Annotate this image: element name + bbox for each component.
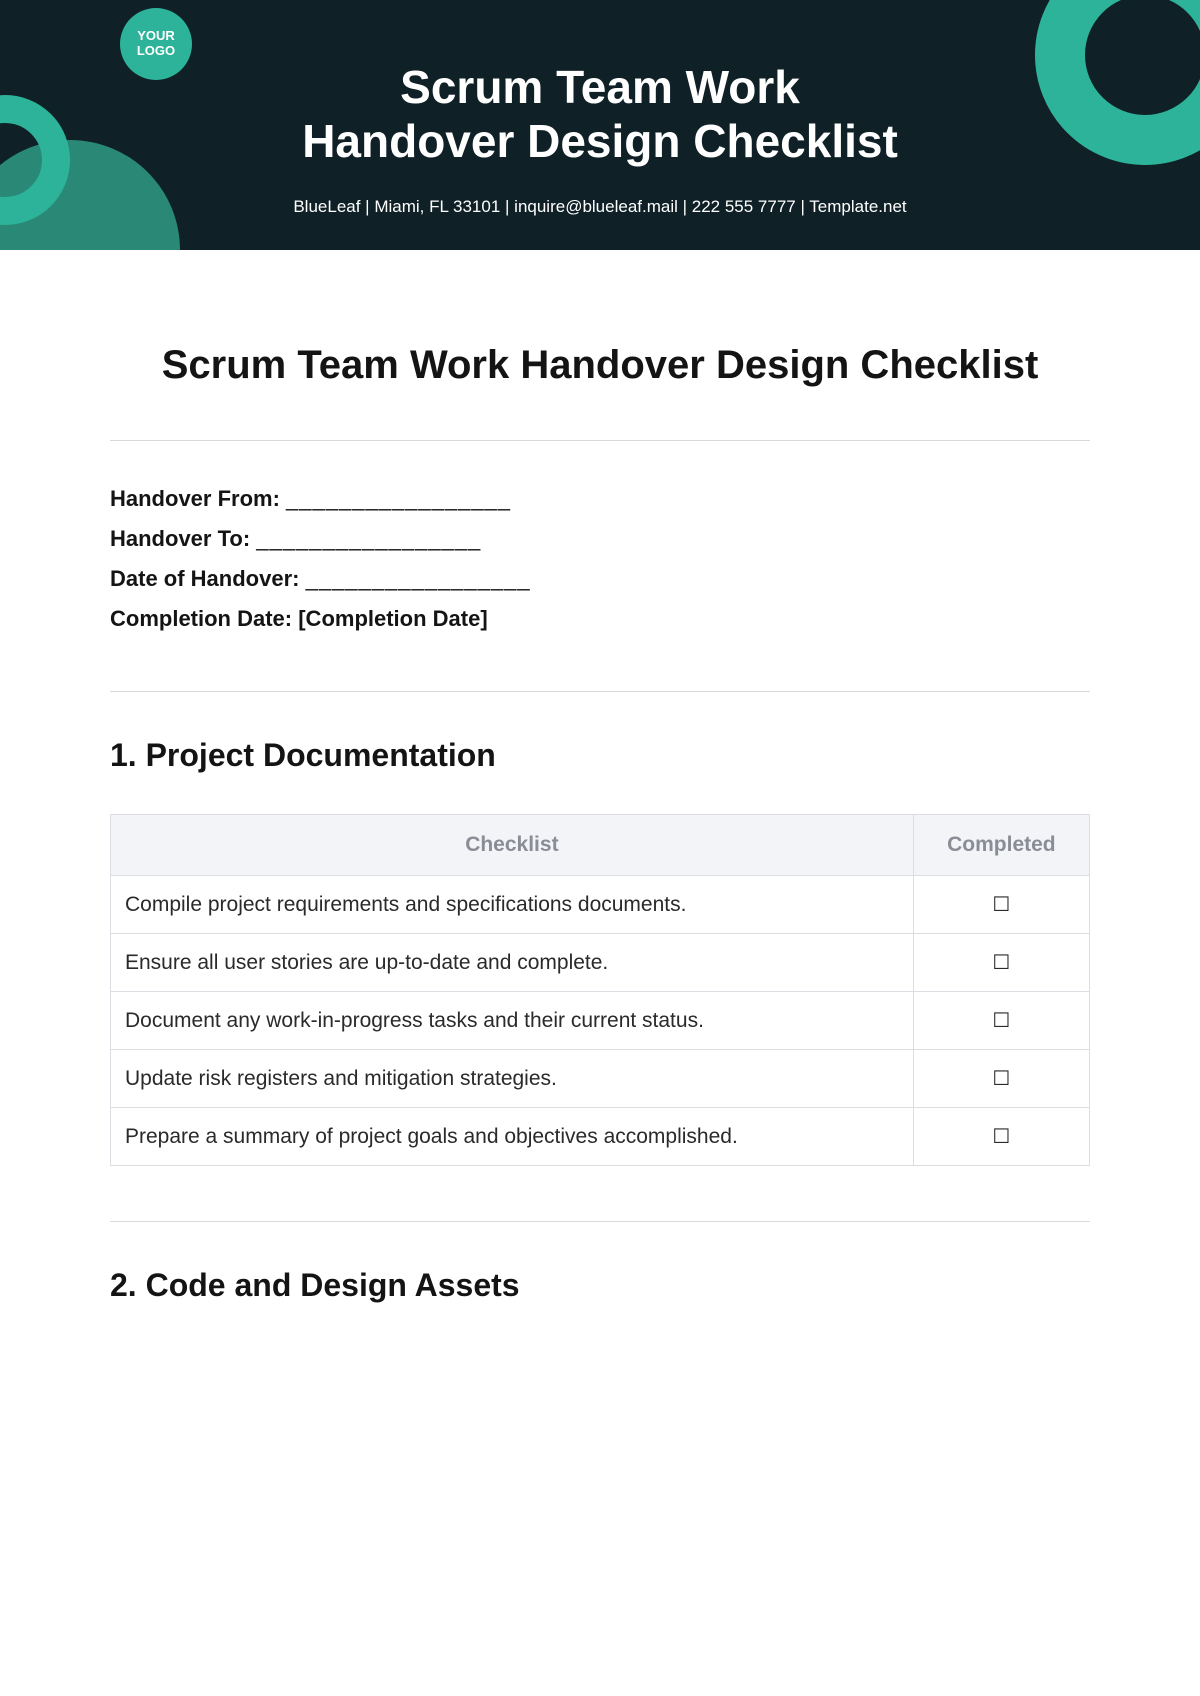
checkbox[interactable]: ☐ bbox=[913, 934, 1089, 992]
col-completed: Completed bbox=[913, 815, 1089, 876]
document-header: YOUR LOGO Scrum Team Work Handover Desig… bbox=[0, 0, 1200, 250]
section-heading-code-design-assets: 2. Code and Design Assets bbox=[110, 1267, 1090, 1304]
checkbox[interactable]: ☐ bbox=[913, 992, 1089, 1050]
document-body: Scrum Team Work Handover Design Checklis… bbox=[0, 250, 1200, 1404]
field-label: Completion Date: bbox=[110, 606, 298, 631]
section-heading-project-documentation: 1. Project Documentation bbox=[110, 737, 1090, 774]
checklist-item: Update risk registers and mitigation str… bbox=[111, 1050, 914, 1108]
table-row: Compile project requirements and specifi… bbox=[111, 876, 1090, 934]
page-title: Scrum Team Work Handover Design Checklis… bbox=[110, 340, 1090, 390]
checklist-table: Checklist Completed Compile project requ… bbox=[110, 814, 1090, 1166]
field-label: Date of Handover: bbox=[110, 566, 306, 591]
checklist-item: Compile project requirements and specifi… bbox=[111, 876, 914, 934]
field-label: Handover To: bbox=[110, 526, 256, 551]
field-blank[interactable]: _________________ bbox=[306, 566, 531, 591]
checklist-item: Prepare a summary of project goals and o… bbox=[111, 1108, 914, 1166]
table-header-row: Checklist Completed bbox=[111, 815, 1090, 876]
header-title: Scrum Team Work Handover Design Checklis… bbox=[0, 0, 1200, 169]
header-contact-line: BlueLeaf | Miami, FL 33101 | inquire@blu… bbox=[0, 197, 1200, 217]
field-completion-date: Completion Date: [Completion Date] bbox=[110, 606, 1090, 632]
field-date-of-handover: Date of Handover: _________________ bbox=[110, 566, 1090, 592]
field-handover-from: Handover From: _________________ bbox=[110, 486, 1090, 512]
field-blank[interactable]: _________________ bbox=[286, 486, 511, 511]
checkbox[interactable]: ☐ bbox=[913, 1050, 1089, 1108]
header-title-line2: Handover Design Checklist bbox=[302, 115, 898, 167]
divider bbox=[110, 691, 1090, 692]
table-row: Update risk registers and mitigation str… bbox=[111, 1050, 1090, 1108]
field-placeholder[interactable]: [Completion Date] bbox=[298, 606, 487, 631]
table-row: Ensure all user stories are up-to-date a… bbox=[111, 934, 1090, 992]
divider bbox=[110, 440, 1090, 441]
table-row: Prepare a summary of project goals and o… bbox=[111, 1108, 1090, 1166]
col-checklist: Checklist bbox=[111, 815, 914, 876]
checklist-item: Ensure all user stories are up-to-date a… bbox=[111, 934, 914, 992]
field-label: Handover From: bbox=[110, 486, 286, 511]
field-blank[interactable]: _________________ bbox=[256, 526, 481, 551]
checkbox[interactable]: ☐ bbox=[913, 1108, 1089, 1166]
table-row: Document any work-in-progress tasks and … bbox=[111, 992, 1090, 1050]
checklist-item: Document any work-in-progress tasks and … bbox=[111, 992, 914, 1050]
checkbox[interactable]: ☐ bbox=[913, 876, 1089, 934]
field-handover-to: Handover To: _________________ bbox=[110, 526, 1090, 552]
divider bbox=[110, 1221, 1090, 1222]
header-title-line1: Scrum Team Work bbox=[400, 61, 800, 113]
